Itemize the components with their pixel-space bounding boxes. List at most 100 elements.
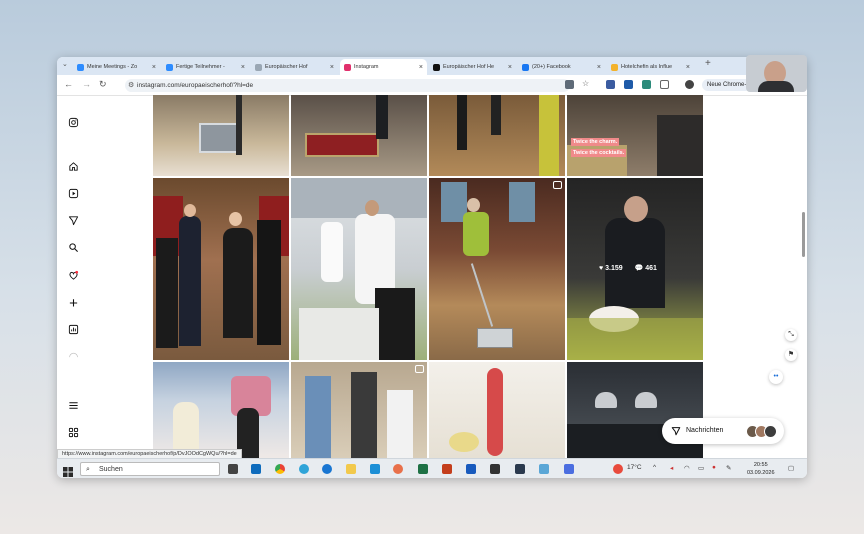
search-icon: ⌕: [86, 466, 90, 473]
post-tile[interactable]: [429, 362, 565, 458]
extension-icon[interactable]: [606, 80, 615, 89]
edge-dev-icon[interactable]: [299, 464, 309, 474]
file-explorer-icon[interactable]: [346, 464, 356, 474]
direct-icon[interactable]: [67, 215, 80, 228]
browser-tab[interactable]: Fertige Teilnehmer - ×: [162, 59, 249, 75]
browser-tab[interactable]: Hotelchefin als Influe ×: [607, 59, 694, 75]
outlook-icon[interactable]: [251, 464, 261, 474]
browser-tab[interactable]: Meine Meetings - Zo ×: [73, 59, 160, 75]
site-info-icon[interactable]: ⚙: [128, 79, 134, 92]
new-tab-button[interactable]: +: [705, 58, 711, 69]
dashboard-icon[interactable]: [67, 324, 80, 337]
windows-start-icon[interactable]: [63, 464, 73, 478]
clock[interactable]: 20:55 03.09.2026: [747, 461, 775, 477]
messages-button[interactable]: Nachrichten: [662, 418, 784, 444]
word-icon[interactable]: [466, 464, 476, 474]
app-icon[interactable]: [490, 464, 500, 474]
likes-count: 3.159: [605, 265, 623, 272]
account-icon[interactable]: [685, 80, 694, 89]
post-tile[interactable]: [153, 178, 289, 360]
translate-icon[interactable]: ⚑: [785, 349, 797, 361]
close-tab-icon[interactable]: ×: [152, 64, 156, 71]
extension-icon[interactable]: [624, 80, 633, 89]
powerpoint-icon[interactable]: [442, 464, 452, 474]
post-tile[interactable]: [291, 362, 427, 458]
home-icon[interactable]: [67, 161, 80, 174]
post-tile[interactable]: [429, 95, 565, 176]
taskbar-search[interactable]: ⌕ Suchen: [80, 462, 220, 476]
profile-button[interactable]: Neue Chrome-: [702, 79, 752, 91]
url-text: instagram.com/europaeischerhof/?hl=de: [137, 82, 254, 89]
edge-icon[interactable]: [322, 464, 332, 474]
tab-label: Europäischer Hof: [265, 64, 308, 70]
app-icon[interactable]: [393, 464, 403, 474]
close-tab-icon[interactable]: ×: [330, 64, 334, 71]
reels-icon[interactable]: [67, 188, 80, 201]
network-icon[interactable]: ◠: [684, 464, 690, 472]
menu-icon[interactable]: [67, 400, 80, 413]
extensions-puzzle-icon[interactable]: [660, 80, 669, 89]
install-app-icon[interactable]: [565, 80, 574, 89]
close-tab-icon[interactable]: ×: [508, 64, 512, 71]
post-tile[interactable]: ♥ 3.159 💬 461: [567, 178, 703, 360]
search-icon[interactable]: [67, 242, 80, 255]
expand-icon[interactable]: ⤡: [785, 329, 797, 341]
post-caption-line: Twice the cocktails.: [571, 149, 627, 157]
browser-tab[interactable]: Instagram ×: [340, 59, 427, 75]
instagram-icon: [344, 63, 351, 71]
assistant-icon[interactable]: ••: [769, 370, 783, 384]
browser-tab[interactable]: Europäischer Hof He ×: [429, 59, 516, 75]
close-tab-icon[interactable]: ×: [419, 64, 423, 71]
post-tile[interactable]: [291, 178, 427, 360]
chevron-up-icon[interactable]: ^: [653, 464, 656, 471]
lightroom-icon[interactable]: [515, 464, 525, 474]
notification-app-icon[interactable]: ●: [712, 464, 716, 471]
facebook-icon: [522, 63, 529, 71]
post-tile[interactable]: [291, 95, 427, 176]
post-tile[interactable]: [153, 95, 289, 176]
tab-label: (20+) Facebook: [532, 64, 571, 70]
post-tile[interactable]: [429, 178, 565, 360]
tab-bar: ⌄ Meine Meetings - Zo × Fertige Teilnehmer…: [57, 57, 807, 75]
page-scrollbar[interactable]: [802, 212, 805, 257]
weather-temp[interactable]: 17°C: [627, 464, 642, 471]
reel-icon: [553, 181, 562, 189]
tab-list-icon[interactable]: ⌄: [62, 60, 68, 68]
create-icon[interactable]: +: [67, 296, 80, 311]
excel-icon[interactable]: [418, 464, 428, 474]
zoom-icon: [77, 63, 84, 71]
taskbar: ⌕ Suchen 17°C ^ ◂ ◠ ▭ ● ✎ 20:55 03.09.20…: [57, 458, 807, 478]
more-icon[interactable]: [67, 427, 80, 440]
reload-icon[interactable]: ↻: [99, 79, 107, 90]
post-tile[interactable]: [153, 362, 289, 458]
chrome-icon[interactable]: [275, 464, 285, 474]
post-caption-line: Twice the charm.: [571, 138, 620, 146]
teams-icon[interactable]: [564, 464, 574, 474]
forward-icon[interactable]: →: [82, 79, 91, 89]
url-field[interactable]: ⚙ instagram.com/europaeischerhof/?hl=de: [125, 79, 570, 92]
photos-icon[interactable]: [539, 464, 549, 474]
post-tile[interactable]: Twice the charm. Twice the cocktails.: [567, 95, 703, 176]
zoom-icon: [166, 63, 173, 71]
pen-icon[interactable]: ✎: [726, 464, 731, 472]
bookmark-star-icon[interactable]: ☆: [582, 79, 589, 88]
tab-label: Instagram: [354, 64, 379, 70]
notification-center-icon[interactable]: ▢: [788, 464, 794, 472]
back-icon[interactable]: ←: [64, 79, 73, 89]
task-view-icon[interactable]: [228, 464, 238, 474]
browser-tab[interactable]: (20+) Facebook ×: [518, 59, 605, 75]
threads-icon[interactable]: ◠: [67, 351, 80, 364]
close-tab-icon[interactable]: ×: [241, 64, 245, 71]
volume-icon[interactable]: ◂: [670, 464, 673, 472]
browser-tab[interactable]: Europäischer Hof ×: [251, 59, 338, 75]
app-icon[interactable]: [370, 464, 380, 474]
close-tab-icon[interactable]: ×: [686, 64, 690, 71]
instagram-logo-icon[interactable]: [67, 117, 80, 130]
extension-icon[interactable]: [642, 80, 651, 89]
direct-icon: [671, 426, 681, 438]
notifications-icon[interactable]: [67, 270, 80, 283]
clock-date: 03.09.2026: [747, 470, 775, 476]
comments-icon: 💬: [634, 265, 644, 272]
close-tab-icon[interactable]: ×: [597, 64, 601, 71]
battery-icon[interactable]: ▭: [698, 464, 704, 472]
